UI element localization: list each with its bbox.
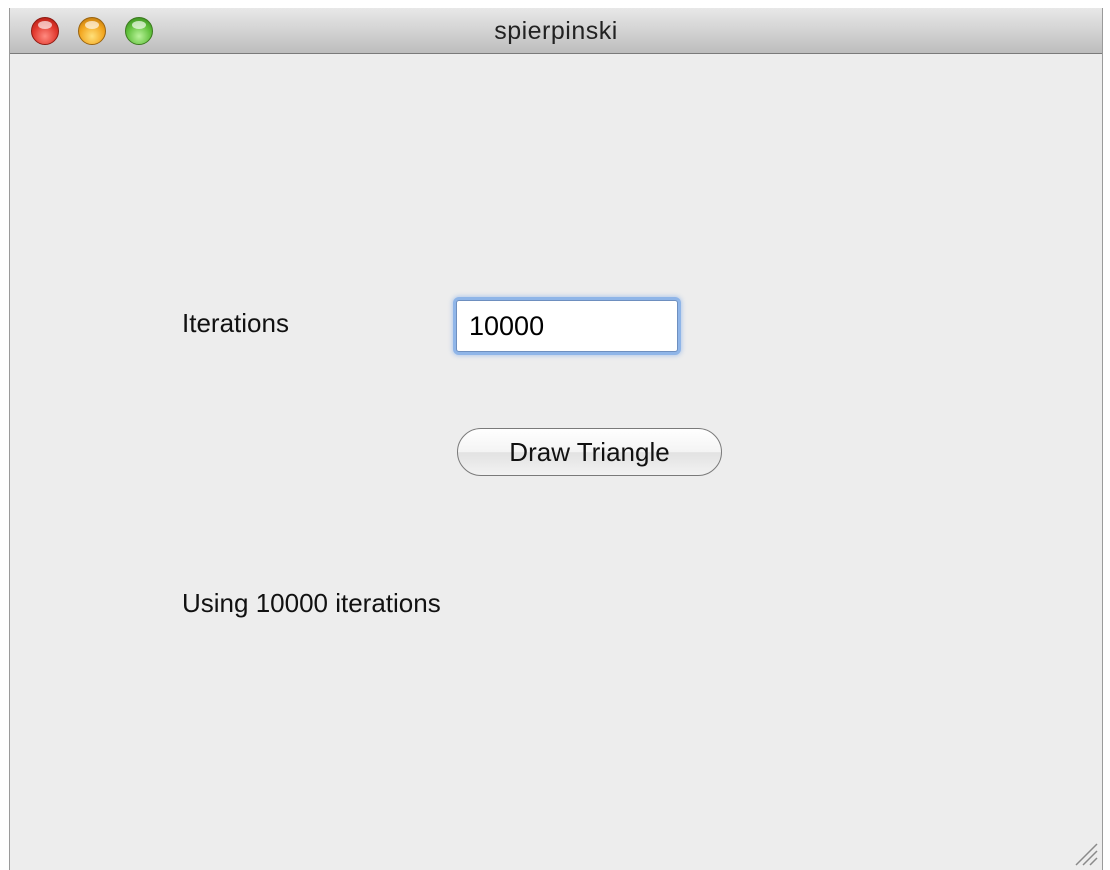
resize-grip-icon[interactable] — [1070, 838, 1098, 866]
iterations-label: Iterations — [182, 308, 289, 338]
status-label: Using 10000 iterations — [182, 588, 441, 618]
app-window: spierpinski Iterations Draw Triangle Usi… — [9, 8, 1103, 870]
title-bar[interactable]: spierpinski — [10, 8, 1102, 54]
iterations-input[interactable] — [456, 300, 678, 352]
window-title: spierpinski — [494, 17, 618, 45]
draw-triangle-button[interactable]: Draw Triangle — [457, 428, 722, 476]
